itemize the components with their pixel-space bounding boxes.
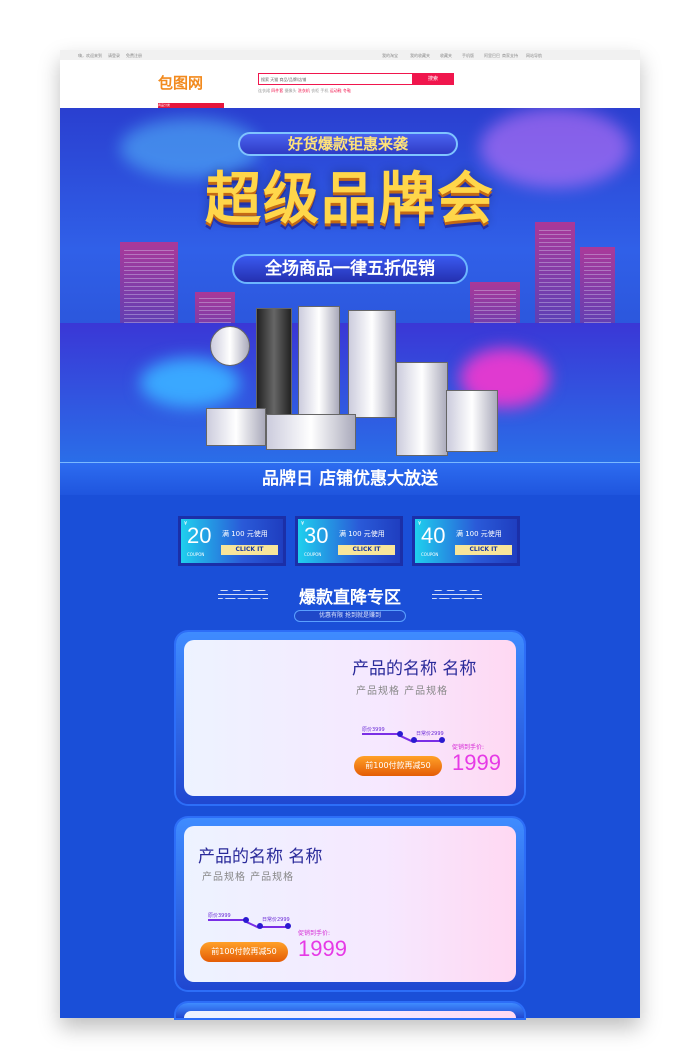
fridge-image — [256, 308, 292, 418]
price-dot — [411, 737, 417, 743]
hot-word[interactable]: 衣柜 — [311, 88, 319, 93]
price-line — [208, 919, 246, 921]
daily-price: 日常价2999 — [416, 731, 444, 737]
top-bar: 嗨，欢迎来到 请登录 免费注册 我的淘宝 我的收藏夹 收藏夹 手机版 阿里巴巴 … — [60, 50, 640, 60]
price-line — [260, 926, 288, 928]
top-link[interactable]: 手机版 — [462, 53, 474, 59]
hot-word[interactable]: 手机 — [320, 88, 328, 93]
top-link[interactable]: 阿里巴巴 — [484, 53, 500, 59]
top-link[interactable]: 商家支持 — [502, 53, 518, 59]
original-price: 原价3999 — [362, 727, 385, 733]
coupon-40[interactable]: ¥40 COUPON 满 100 元使用 CLICK IT — [412, 516, 520, 566]
click-it-button[interactable]: CLICK IT — [221, 545, 278, 555]
product-spec: 产品规格 产品规格 — [202, 872, 295, 883]
hot-word[interactable]: 四件套 — [271, 88, 283, 93]
hero-subtitle: 全场商品一律五折促销 — [232, 254, 468, 284]
promo-strip: 品牌日 店铺优惠大放送 — [60, 462, 640, 495]
coupon-rule: 满 100 元使用 — [339, 530, 385, 538]
register-link[interactable]: 免费注册 — [126, 53, 142, 59]
top-link[interactable]: 我的收藏夹 — [410, 53, 430, 59]
original-price: 原价3999 — [208, 913, 231, 919]
coupon-amount: 20 — [187, 523, 212, 548]
search-input[interactable]: 搜索 天猫 商品/品牌/店铺 — [258, 73, 413, 85]
hero-banner: 好货爆款钜惠来袭 超级品牌会 全场商品一律五折促销 — [60, 108, 640, 462]
login-link[interactable]: 请登录 — [108, 53, 120, 59]
product-name: 产品的名称 名称 — [352, 659, 477, 679]
search-button[interactable]: 搜索 — [412, 73, 454, 85]
air-conditioner-image — [206, 408, 266, 446]
hot-word[interactable]: 洗衣机 — [298, 88, 310, 93]
price-dot — [397, 731, 403, 737]
section-title: 爆款直降专区 — [299, 588, 401, 608]
fan-image — [210, 326, 250, 366]
discount-button[interactable]: 前100付款再减50 — [354, 756, 442, 776]
top-link[interactable]: 嗨，欢迎来到 — [78, 53, 102, 59]
price-line — [414, 740, 442, 742]
coupon-label: COUPON — [187, 552, 205, 557]
coupon-amount: 30 — [304, 523, 329, 548]
stove-image — [396, 362, 448, 456]
coupon-rule: 满 100 元使用 — [222, 530, 268, 538]
hero-title: 超级品牌会 — [205, 167, 495, 232]
logo[interactable]: 包图网 — [158, 72, 203, 93]
click-it-button[interactable]: CLICK IT — [338, 545, 395, 555]
discount-button[interactable]: 前100付款再减50 — [200, 942, 288, 962]
fridge-image — [348, 310, 396, 418]
coupon-amount: 40 — [421, 523, 446, 548]
store-page: 嗨，欢迎来到 请登录 免费注册 我的淘宝 我的收藏夹 收藏夹 手机版 阿里巴巴 … — [60, 50, 640, 1018]
product-card[interactable]: 产品的名称 名称 产品规格 产品规格 原价3999 日常价2999 促销到手价:… — [176, 632, 524, 804]
section-subtitle: 优惠有限 抢到就是赚到 — [294, 610, 406, 622]
coupon-20[interactable]: ¥20 COUPON 满 100 元使用 CLICK IT — [178, 516, 286, 566]
promo-price: 1999 — [298, 936, 347, 961]
product-card[interactable]: 产品的名称 名称 产品规格 产品规格 原价3999 日常价2999 促销到手价:… — [176, 818, 524, 990]
promo-price: 1999 — [452, 750, 501, 775]
daily-price: 日常价2999 — [262, 917, 290, 923]
price-dot — [285, 923, 291, 929]
product-name: 产品的名称 名称 — [198, 847, 323, 867]
site-header: 包图网 搜索 天猫 商品/品牌/店铺 搜索 连衣裙 四件套 摄像头 洗衣机 衣柜… — [60, 60, 640, 108]
fridge-image — [298, 306, 340, 418]
coupon-label: COUPON — [421, 552, 439, 557]
tagline: 好货爆款钜惠来袭 — [238, 132, 458, 156]
hot-word[interactable]: 连衣裙 — [258, 88, 270, 93]
price-dot — [257, 923, 263, 929]
top-link[interactable]: 收藏夹 — [440, 53, 452, 59]
coupon-label: COUPON — [304, 552, 322, 557]
hot-word[interactable]: 冬鞋 — [343, 88, 351, 93]
price-dot — [439, 737, 445, 743]
price-dot — [243, 917, 249, 923]
price-line — [362, 733, 400, 735]
click-it-button[interactable]: CLICK IT — [455, 545, 512, 555]
product-spec: 产品规格 产品规格 — [356, 686, 449, 697]
hot-word[interactable]: 运动鞋 — [330, 88, 342, 93]
air-conditioner-image — [266, 414, 356, 450]
top-link[interactable]: 我的淘宝 — [382, 53, 398, 59]
hot-words: 连衣裙 四件套 摄像头 洗衣机 衣柜 手机 运动鞋 冬鞋 — [258, 88, 351, 94]
coupon-rule: 满 100 元使用 — [456, 530, 502, 538]
top-link[interactable]: 网站导航 — [526, 53, 542, 59]
product-card[interactable] — [176, 1003, 524, 1018]
hot-word[interactable]: 摄像头 — [285, 88, 297, 93]
coupon-30[interactable]: ¥30 COUPON 满 100 元使用 CLICK IT — [295, 516, 403, 566]
washer-image — [446, 390, 498, 452]
